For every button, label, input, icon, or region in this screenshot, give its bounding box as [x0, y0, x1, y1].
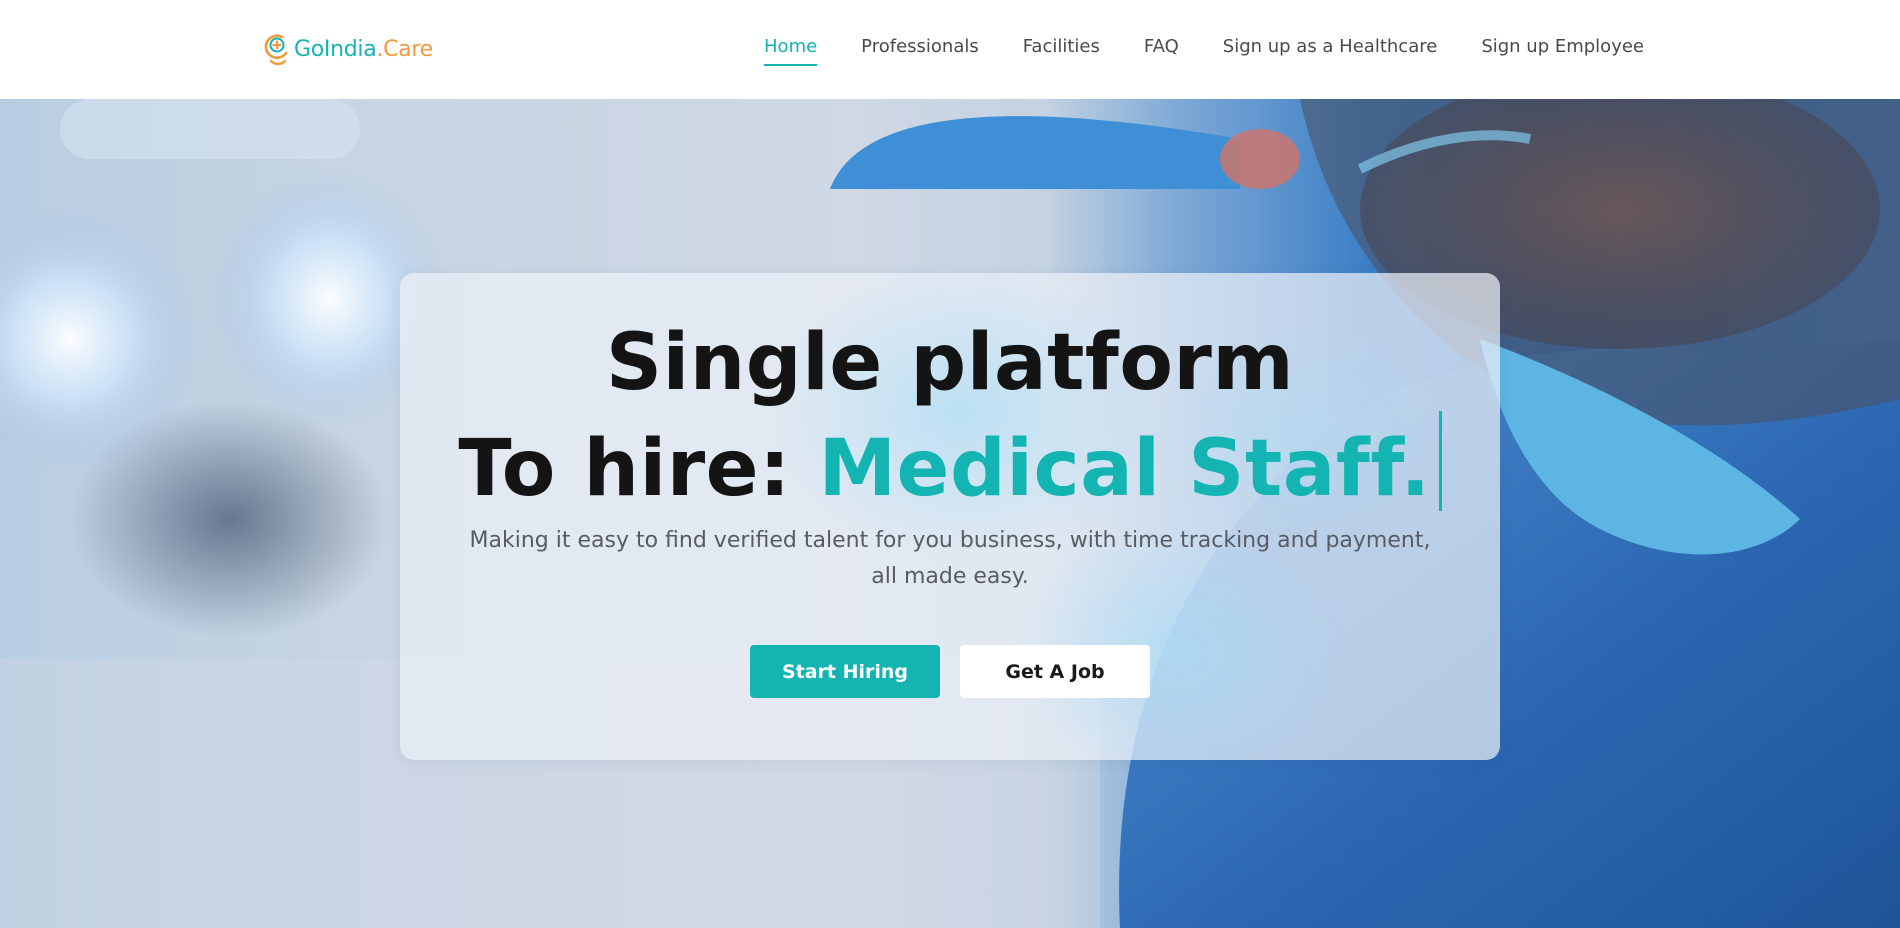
brand-name-primary: GoIndia [294, 36, 377, 62]
brand-name: GoIndia.Care [294, 37, 433, 62]
nav-faq[interactable]: FAQ [1144, 36, 1179, 64]
nav-professionals[interactable]: Professionals [861, 36, 979, 64]
hero-subtitle: Making it easy to find verified talent f… [450, 523, 1450, 595]
nav-facilities[interactable]: Facilities [1023, 36, 1100, 64]
site-header: GoIndia.Care Home Professionals Faciliti… [0, 0, 1900, 99]
hero-subtitle-line1: Making it easy to find verified talent f… [469, 528, 1431, 553]
hero-card: Single platform To hire: Medical Staff. … [400, 273, 1500, 760]
hero-actions: Start Hiring Get A Job [400, 645, 1500, 698]
nav-signup-healthcare[interactable]: Sign up as a Healthcare [1223, 36, 1438, 64]
hero-section: Single platform To hire: Medical Staff. … [0, 99, 1900, 928]
main-nav: Home Professionals Facilities FAQ Sign u… [720, 36, 1644, 66]
hero-title-prefix: To hire: [458, 424, 819, 514]
logo[interactable]: GoIndia.Care [262, 30, 433, 68]
nav-signup-employee[interactable]: Sign up Employee [1481, 36, 1644, 64]
hero-title-line2: To hire: Medical Staff. [400, 411, 1500, 513]
brand-name-suffix: .Care [376, 36, 433, 62]
hero-subtitle-line2: all made easy. [871, 564, 1029, 589]
hero-title-highlight: Medical Staff. [818, 424, 1431, 514]
medical-cross-badge-icon [264, 34, 288, 66]
hero-title-line1: Single platform [605, 318, 1295, 408]
get-a-job-button[interactable]: Get A Job [960, 645, 1150, 698]
nav-home[interactable]: Home [764, 36, 818, 66]
typing-caret [1438, 411, 1442, 511]
start-hiring-button[interactable]: Start Hiring [750, 645, 940, 698]
